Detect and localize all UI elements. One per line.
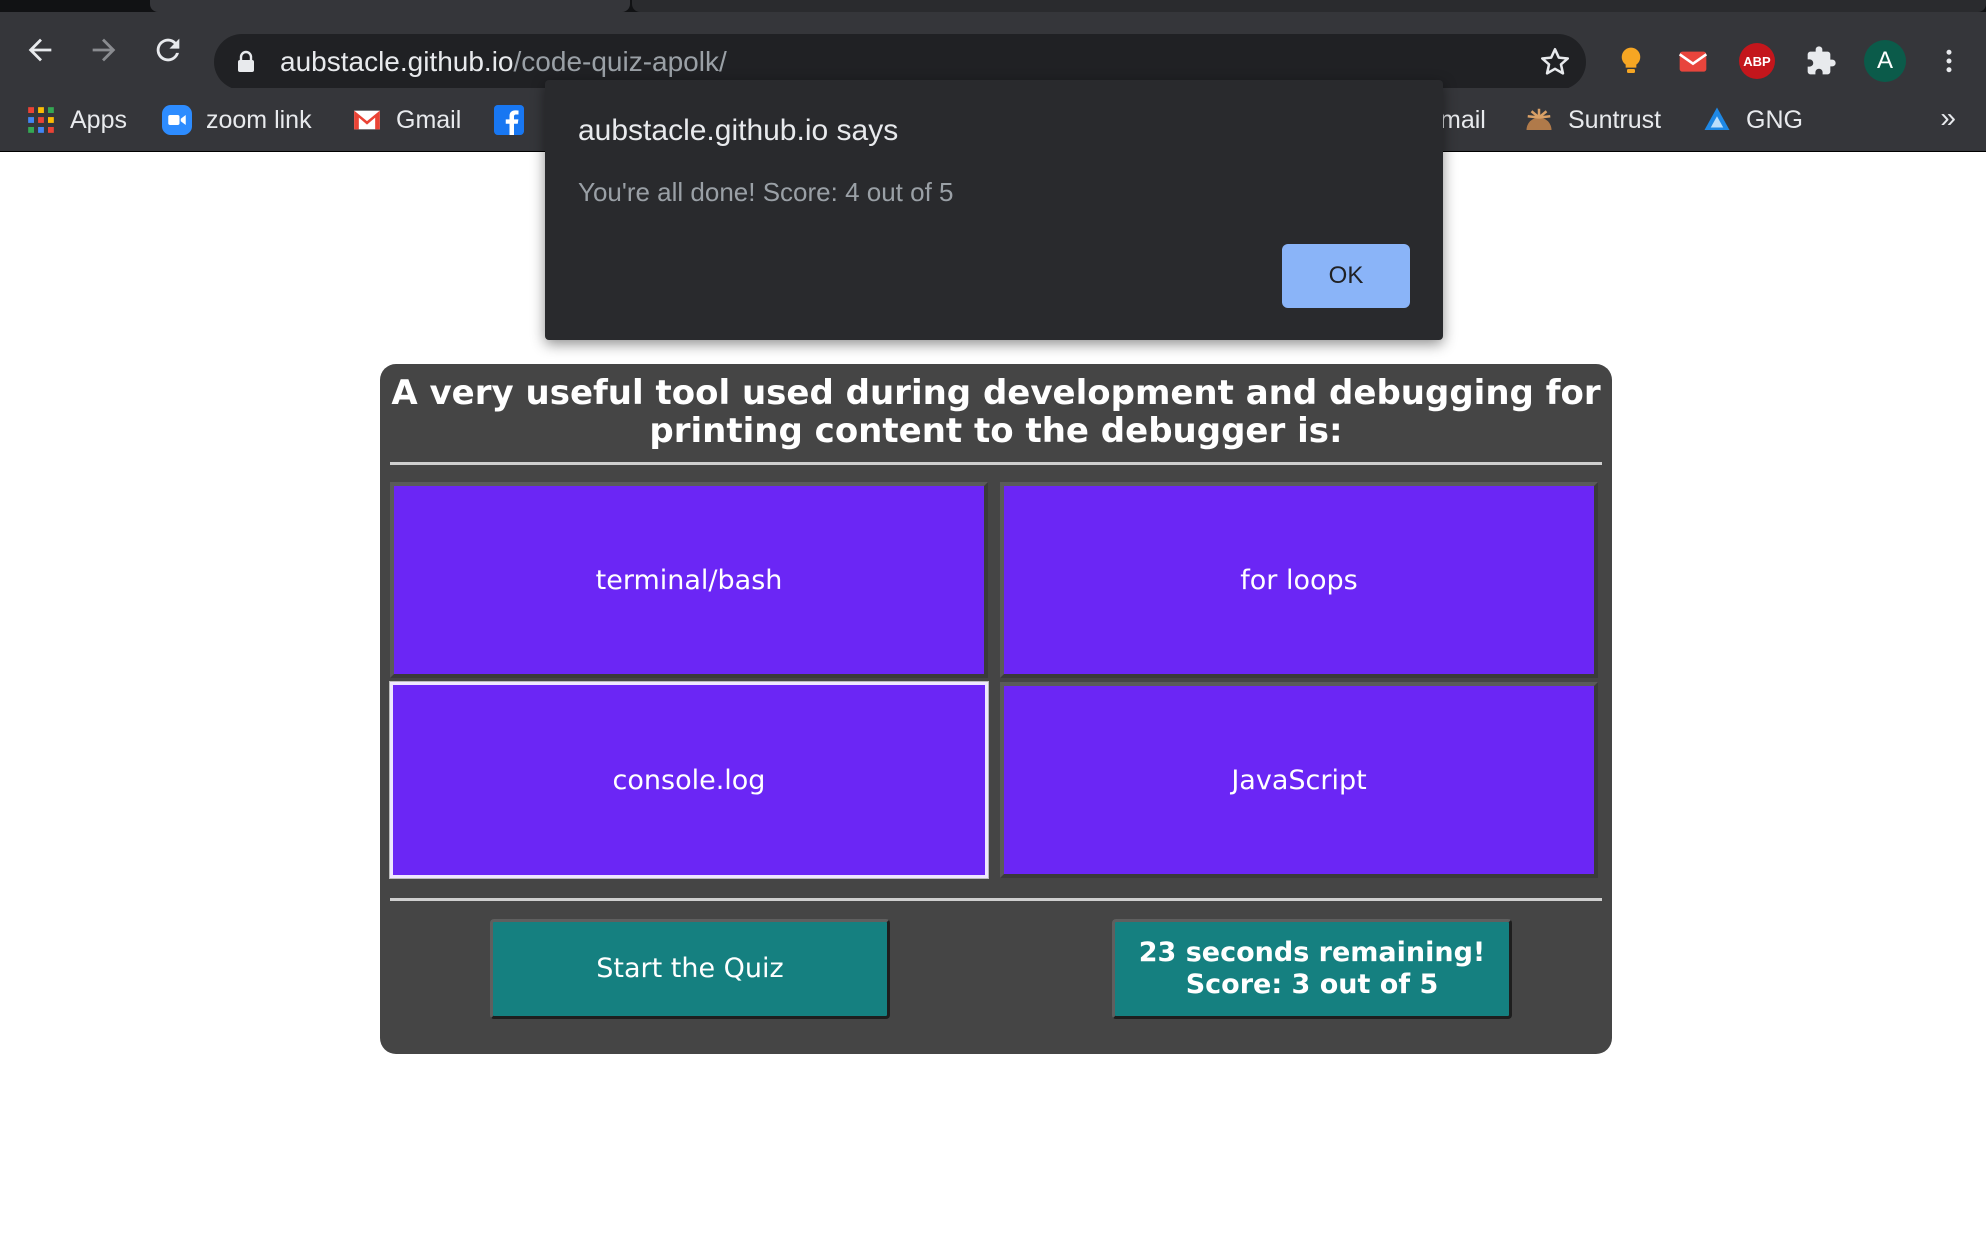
mail-extension-icon[interactable] xyxy=(1672,40,1714,82)
bookmark-suntrust[interactable]: Suntrust xyxy=(1524,88,1661,152)
url-path: /code-quiz-apolk/ xyxy=(513,46,727,77)
answer-button-4[interactable]: JavaScript xyxy=(1000,682,1598,878)
start-quiz-button[interactable]: Start the Quiz xyxy=(490,919,890,1019)
timer-score-display: 23 seconds remaining! Score: 3 out of 5 xyxy=(1112,919,1512,1019)
bookmark-star-icon[interactable] xyxy=(1538,45,1572,79)
tab[interactable] xyxy=(632,0,1986,12)
apps-grid-icon xyxy=(26,105,56,135)
reload-icon[interactable] xyxy=(144,26,192,74)
bookmark-gng[interactable]: GNG xyxy=(1702,88,1803,152)
browser-toolbar: aubstacle.github.io/code-quiz-apolk/ ABP… xyxy=(0,12,1986,90)
bookmark-label: GNG xyxy=(1746,105,1803,134)
bookmark-label: Gmail xyxy=(396,105,462,134)
ok-button[interactable]: OK xyxy=(1282,244,1410,308)
answer-button-2[interactable]: for loops xyxy=(1000,482,1598,678)
bookmark-mail[interactable]: mail xyxy=(1440,88,1486,152)
url-text[interactable]: aubstacle.github.io/code-quiz-apolk/ xyxy=(280,46,727,78)
adblock-icon[interactable]: ABP xyxy=(1736,40,1778,82)
profile-avatar[interactable]: A xyxy=(1864,40,1906,82)
bookmarks-overflow-icon[interactable]: » xyxy=(1940,102,1956,134)
gng-icon xyxy=(1702,105,1732,135)
bookmark-apps[interactable]: Apps xyxy=(26,88,127,152)
alert-message: You're all done! Score: 4 out of 5 xyxy=(578,177,954,207)
bookmark-label: Suntrust xyxy=(1568,105,1662,134)
url-host: aubstacle.github.io xyxy=(280,46,514,77)
puzzle-icon[interactable] xyxy=(1800,40,1842,82)
bookmark-gmail[interactable]: Gmail xyxy=(352,88,461,152)
question-text: A very useful tool used during developme… xyxy=(391,373,1601,451)
bookmark-label: zoom link xyxy=(206,105,312,134)
alert-title: aubstacle.github.io says xyxy=(578,114,899,147)
score-text: Score: 3 out of 5 xyxy=(1185,969,1439,1000)
back-icon[interactable] xyxy=(16,26,64,74)
answer-button-1[interactable]: terminal/bash xyxy=(390,482,988,678)
menu-kebab-icon[interactable] xyxy=(1928,40,1970,82)
tab-strip xyxy=(0,0,1986,12)
start-quiz-label: Start the Quiz xyxy=(596,953,784,984)
facebook-icon xyxy=(494,105,524,135)
gmail-icon xyxy=(352,105,382,135)
answer-button-3[interactable]: console.log xyxy=(390,682,988,878)
tab[interactable] xyxy=(150,0,630,12)
forward-icon[interactable] xyxy=(80,26,128,74)
bookmark-zoom-link[interactable]: zoom link xyxy=(162,88,312,152)
bookmark-facebook[interactable] xyxy=(494,88,538,152)
suntrust-icon xyxy=(1524,105,1554,135)
divider xyxy=(390,898,1602,901)
divider xyxy=(390,462,1602,465)
alert-dialog: aubstacle.github.io says You're all done… xyxy=(545,80,1443,340)
bookmark-label: mail xyxy=(1440,105,1486,134)
bookmark-label: Apps xyxy=(70,105,127,134)
bulb-icon[interactable] xyxy=(1610,40,1652,82)
quiz-card: A very useful tool used during developme… xyxy=(380,364,1612,1054)
timer-text: 23 seconds remaining! xyxy=(1138,937,1486,968)
lock-icon[interactable] xyxy=(234,49,258,75)
zoom-icon xyxy=(162,105,192,135)
